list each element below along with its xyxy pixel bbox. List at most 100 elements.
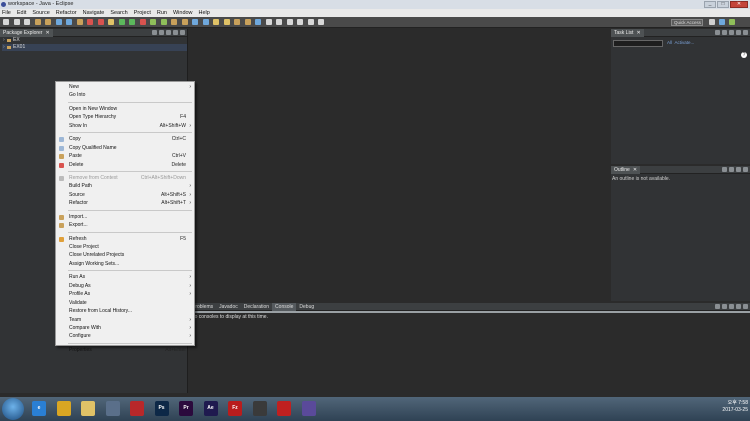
tab-console[interactable]: Console bbox=[272, 303, 297, 311]
context-menu-item-paste[interactable]: Paste Ctrl+V bbox=[56, 152, 194, 160]
tab-javadoc[interactable]: Javadoc bbox=[216, 303, 241, 311]
maximize-view-icon[interactable] bbox=[180, 30, 185, 35]
filezilla-icon[interactable]: Fz bbox=[228, 401, 242, 416]
toolbar-button-icon[interactable] bbox=[108, 19, 114, 25]
aftereffects-icon[interactable]: Ae bbox=[203, 401, 218, 416]
context-menu-item-properties[interactable]: Properties Alt+Enter bbox=[56, 346, 194, 354]
toolbar-button-icon[interactable] bbox=[234, 19, 240, 25]
toolbar-button-icon[interactable] bbox=[76, 19, 83, 25]
help-icon[interactable]: ? bbox=[741, 52, 747, 58]
toolbar-button-icon[interactable] bbox=[139, 19, 146, 25]
minimize-view-icon[interactable] bbox=[736, 167, 741, 172]
toolbar-button-icon[interactable] bbox=[276, 19, 282, 25]
context-menu-item-validate[interactable]: Validate bbox=[56, 299, 194, 307]
toolbar-button-icon[interactable] bbox=[150, 19, 156, 25]
menu-file[interactable]: File bbox=[2, 10, 11, 16]
quick-access-field[interactable]: Quick Access bbox=[671, 19, 703, 26]
maximize-view-icon[interactable] bbox=[743, 167, 748, 172]
link-editor-icon[interactable] bbox=[159, 30, 164, 35]
record-icon[interactable] bbox=[277, 401, 291, 416]
context-menu-item-refactor[interactable]: Refactor Alt+Shift+T › bbox=[56, 199, 194, 207]
expand-arrow-icon[interactable]: › bbox=[3, 44, 5, 51]
menu-project[interactable]: Project bbox=[134, 10, 151, 16]
new-task-icon[interactable] bbox=[715, 30, 720, 35]
photoshop-icon[interactable]: Ps bbox=[154, 401, 169, 416]
context-menu-item-open-in-new-window[interactable]: Open in New Window bbox=[56, 105, 194, 113]
toolbar-button-icon[interactable] bbox=[45, 19, 51, 25]
context-menu-item-open-type-hierarchy[interactable]: Open Type Hierarchy F4 bbox=[56, 113, 194, 121]
toolbar-button-icon[interactable] bbox=[24, 19, 30, 25]
minimize-button[interactable]: _ bbox=[704, 1, 716, 8]
toolbar-button-icon[interactable] bbox=[171, 19, 177, 25]
toolbar-button-icon[interactable] bbox=[3, 19, 9, 25]
filter-icon[interactable] bbox=[722, 30, 727, 35]
menu-search[interactable]: Search bbox=[110, 10, 127, 16]
java-perspective-icon[interactable] bbox=[719, 19, 725, 25]
toolbar-button-icon[interactable] bbox=[87, 19, 93, 25]
context-menu-item-copy-qualified-name[interactable]: Copy Qualified Name bbox=[56, 144, 194, 152]
menu-navigate[interactable]: Navigate bbox=[83, 10, 105, 16]
tab-package-explorer[interactable]: Package Explorer ✕ bbox=[0, 29, 53, 37]
menu-refactor[interactable]: Refactor bbox=[56, 10, 77, 16]
video-icon[interactable] bbox=[252, 401, 267, 416]
close-button[interactable]: ✕ bbox=[730, 1, 748, 8]
tree-item-project[interactable]: › EX bbox=[2, 37, 187, 44]
context-menu-item-import[interactable]: Import... bbox=[56, 213, 194, 221]
toolbar-button-icon[interactable] bbox=[213, 19, 219, 25]
toolbar-button-icon[interactable] bbox=[97, 19, 104, 25]
toolbar-button-icon[interactable] bbox=[55, 19, 62, 25]
debug-perspective-icon[interactable] bbox=[729, 19, 735, 25]
context-menu-item-compare-with[interactable]: Compare With › bbox=[56, 324, 194, 332]
context-menu-item-restore-from-local-history[interactable]: Restore from Local History... bbox=[56, 307, 194, 315]
open-perspective-icon[interactable] bbox=[709, 19, 715, 25]
menu-run[interactable]: Run bbox=[157, 10, 167, 16]
menu-source[interactable]: Source bbox=[32, 10, 49, 16]
view-menu-icon[interactable] bbox=[736, 30, 741, 35]
tab-task-list[interactable]: Task List ✕ bbox=[611, 29, 644, 37]
toolbar-button-icon[interactable] bbox=[255, 19, 261, 25]
clock-time[interactable]: 오후 7:58 bbox=[722, 400, 748, 407]
toolbar-button-icon[interactable] bbox=[223, 19, 230, 25]
toolbar-button-icon[interactable] bbox=[118, 19, 125, 25]
context-menu-item-close-unrelated-projects[interactable]: Close Unrelated Projects bbox=[56, 251, 194, 259]
tab-declaration[interactable]: Declaration bbox=[241, 303, 272, 311]
toolbar-button-icon[interactable] bbox=[307, 19, 314, 25]
sort-icon[interactable] bbox=[722, 167, 727, 172]
explorer-icon[interactable] bbox=[81, 401, 95, 416]
premiere-icon[interactable]: Pr bbox=[179, 401, 193, 416]
context-menu-item-source[interactable]: Source Alt+Shift+S › bbox=[56, 191, 194, 199]
tab-debug[interactable]: Debug bbox=[296, 303, 317, 311]
toolbar-button-icon[interactable] bbox=[181, 19, 188, 25]
close-icon[interactable]: ✕ bbox=[45, 30, 49, 36]
minimize-view-icon[interactable] bbox=[743, 30, 748, 35]
menu-window[interactable]: Window bbox=[173, 10, 193, 16]
clock-date[interactable]: 2017-03-25 bbox=[722, 407, 748, 414]
menu-help[interactable]: Help bbox=[199, 10, 210, 16]
context-menu-item-profile-as[interactable]: Profile As › bbox=[56, 290, 194, 298]
context-menu-item-show-in[interactable]: Show In Alt+Shift+W › bbox=[56, 122, 194, 130]
context-menu-item-copy[interactable]: Copy Ctrl+C bbox=[56, 135, 194, 143]
context-menu-item-team[interactable]: Team › bbox=[56, 316, 194, 324]
context-menu-item-configure[interactable]: Configure › bbox=[56, 332, 194, 340]
context-menu-item-export[interactable]: Export... bbox=[56, 221, 194, 229]
toolbar-button-icon[interactable] bbox=[265, 19, 272, 25]
tree-item-project[interactable]: › EX01 bbox=[2, 44, 187, 51]
context-menu-item-delete[interactable]: Delete Delete bbox=[56, 161, 194, 169]
task-find-input[interactable] bbox=[613, 40, 663, 47]
context-menu-item-run-as[interactable]: Run As › bbox=[56, 273, 194, 281]
task-find-all-link[interactable]: All bbox=[667, 40, 672, 45]
toolbar-button-icon[interactable] bbox=[297, 19, 303, 25]
toolbar-button-icon[interactable] bbox=[13, 19, 20, 25]
task-activate-link[interactable]: Activate... bbox=[675, 40, 695, 45]
toolbar-button-icon[interactable] bbox=[244, 19, 251, 25]
maximize-view-icon[interactable] bbox=[743, 304, 748, 309]
eclipse-icon[interactable] bbox=[301, 401, 316, 416]
minimize-view-icon[interactable] bbox=[173, 30, 178, 35]
context-menu-item-close-project[interactable]: Close Project bbox=[56, 243, 194, 251]
context-menu-item-debug-as[interactable]: Debug As › bbox=[56, 282, 194, 290]
menu-edit[interactable]: Edit bbox=[17, 10, 26, 16]
media-icon[interactable] bbox=[105, 401, 120, 416]
tab-outline[interactable]: Outline ✕ bbox=[611, 166, 641, 174]
open-console-icon[interactable] bbox=[729, 304, 734, 309]
context-menu-item-assign-working-sets[interactable]: Assign Working Sets... bbox=[56, 260, 194, 268]
